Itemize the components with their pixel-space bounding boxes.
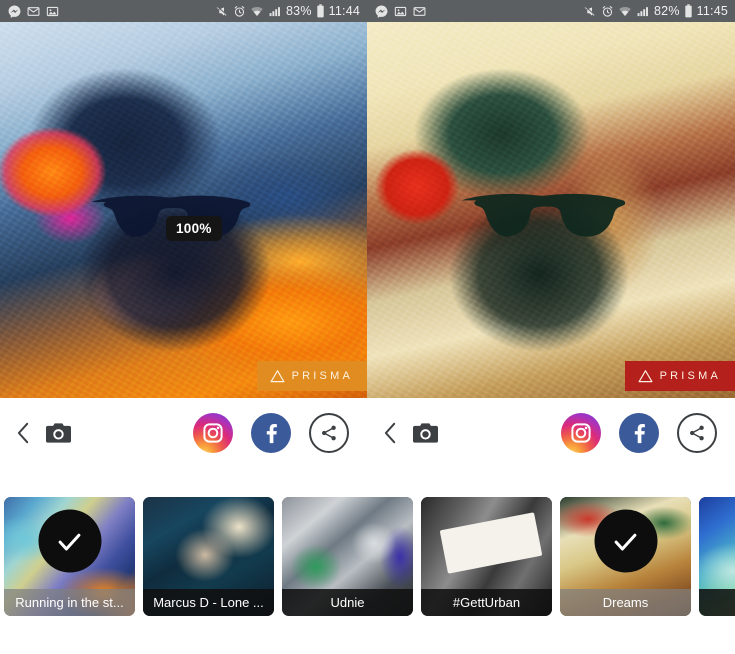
styled-photo-left[interactable]: 100% PRISMA: [0, 22, 367, 398]
phone-panel-right: 82% 11:45 PRISMA: [367, 0, 735, 467]
filter-label: Dreams: [560, 589, 691, 616]
status-system-icons: 83% 11:44: [215, 4, 360, 18]
status-notification-icons: [8, 5, 59, 18]
battery-percentage-right: 82%: [654, 4, 680, 18]
gallery-icon: [394, 5, 407, 18]
filter-thumbnail[interactable]: Curta: [699, 497, 735, 616]
clock-left: 11:44: [329, 4, 360, 18]
facebook-button-left[interactable]: [251, 413, 291, 453]
check-icon: [611, 526, 641, 556]
photo-artwork-right: [367, 22, 735, 398]
action-bar-left-group: [14, 421, 71, 445]
phone-panels: 83% 11:44 100% PRISMA: [0, 0, 735, 467]
instagram-button-right[interactable]: [561, 413, 601, 453]
filter-label: Running in the st...: [4, 589, 135, 616]
filter-label: Marcus D - Lone ...: [143, 589, 274, 616]
selected-check-badge: [594, 510, 657, 573]
messenger-icon: [8, 5, 21, 18]
camera-icon[interactable]: [413, 422, 438, 444]
share-button-left[interactable]: [309, 413, 349, 453]
mute-icon: [215, 5, 229, 18]
facebook-icon: [260, 422, 282, 444]
gallery-icon: [46, 5, 59, 18]
signal-icon: [636, 5, 650, 18]
signal-icon: [268, 5, 282, 18]
share-targets-right: [561, 413, 717, 453]
share-icon: [687, 423, 707, 443]
triangle-icon: [638, 369, 653, 383]
mute-icon: [583, 5, 597, 18]
filter-label: #GettUrban: [421, 589, 552, 616]
messenger-icon: [375, 5, 388, 18]
filter-thumbnail[interactable]: Running in the st...: [4, 497, 135, 616]
wifi-icon: [618, 5, 632, 18]
share-targets-left: [193, 413, 349, 453]
selected-check-badge: [38, 510, 101, 573]
facebook-button-right[interactable]: [619, 413, 659, 453]
battery-icon: [316, 4, 325, 18]
phone-panel-left: 83% 11:44 100% PRISMA: [0, 0, 367, 467]
filter-thumbnail[interactable]: Dreams: [560, 497, 691, 616]
status-system-icons-right: 82% 11:45: [583, 4, 728, 18]
action-bar-right: [367, 398, 735, 467]
styled-photo-right[interactable]: PRISMA: [367, 22, 735, 398]
status-bar-right: 82% 11:45: [367, 0, 735, 22]
action-bar-left: [0, 398, 367, 467]
status-bar-left: 83% 11:44: [0, 0, 367, 22]
share-icon: [319, 423, 339, 443]
battery-icon: [684, 4, 693, 18]
prisma-watermark-left: PRISMA: [257, 361, 367, 391]
back-icon[interactable]: [14, 421, 33, 445]
back-icon[interactable]: [381, 421, 400, 445]
filter-thumbnail[interactable]: Marcus D - Lone ...: [143, 497, 274, 616]
filter-thumbnail-strip[interactable]: Running in the st... Marcus D - Lone ...…: [0, 497, 735, 620]
triangle-icon: [270, 369, 285, 383]
gmail-icon: [413, 5, 426, 18]
check-icon: [55, 526, 85, 556]
alarm-icon: [233, 5, 246, 18]
filter-thumbnail[interactable]: #GettUrban: [421, 497, 552, 616]
app-screenshot: 83% 11:44 100% PRISMA: [0, 0, 735, 654]
prisma-watermark-label-left: PRISMA: [292, 370, 353, 382]
instagram-icon: [201, 421, 225, 445]
wifi-icon: [250, 5, 264, 18]
photo-artwork-left: [0, 22, 367, 398]
camera-icon[interactable]: [46, 422, 71, 444]
instagram-icon: [569, 421, 593, 445]
share-button-right[interactable]: [677, 413, 717, 453]
instagram-button-left[interactable]: [193, 413, 233, 453]
status-notification-icons-right: [375, 5, 426, 18]
prisma-watermark-label-right: PRISMA: [660, 370, 721, 382]
battery-percentage-left: 83%: [286, 4, 312, 18]
clock-right: 11:45: [697, 4, 728, 18]
prisma-watermark-right: PRISMA: [625, 361, 735, 391]
action-bar-right-group: [381, 421, 438, 445]
filter-label: Curta: [699, 589, 735, 616]
gmail-icon: [27, 5, 40, 18]
style-intensity-badge: 100%: [166, 216, 222, 241]
facebook-icon: [628, 422, 650, 444]
filter-thumbnail[interactable]: Udnie: [282, 497, 413, 616]
alarm-icon: [601, 5, 614, 18]
filter-label: Udnie: [282, 589, 413, 616]
